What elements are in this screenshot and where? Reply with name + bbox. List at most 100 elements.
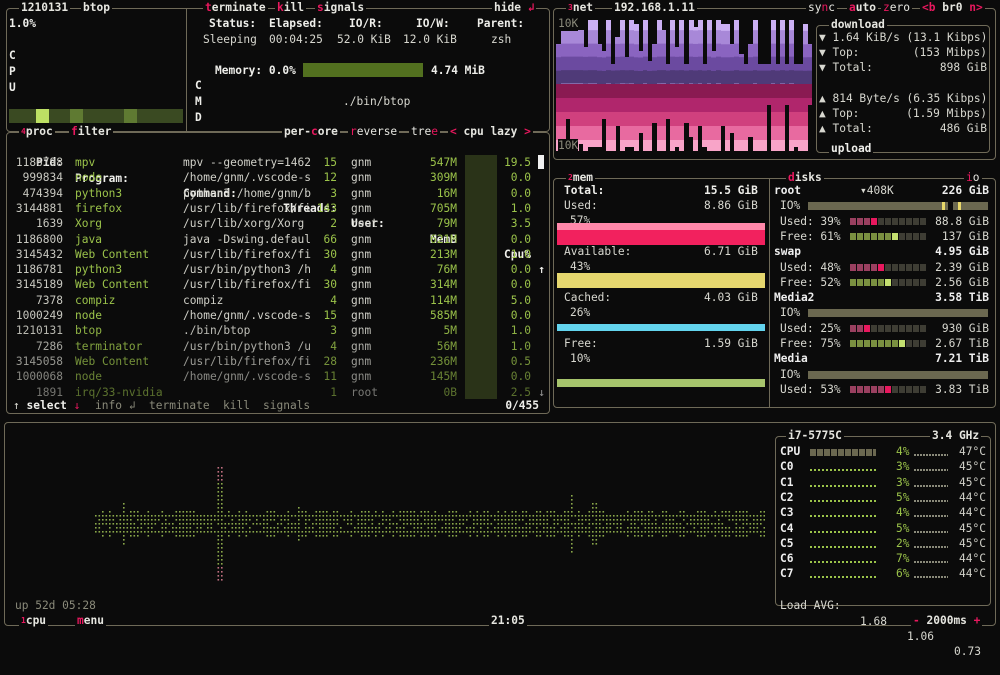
cpu-graph-dot <box>742 531 745 533</box>
cpu-graph-dot <box>630 531 633 533</box>
proc-threads: 11 <box>323 370 337 384</box>
proc-row[interactable]: 1186798 mpv mpv --geometry=1462 15 gnm 547M 19… <box>13 155 541 170</box>
cpu-graph-dot <box>452 511 454 513</box>
cpu-graph-dot <box>333 531 335 533</box>
cpu-graph-dot <box>312 523 314 525</box>
proc-row[interactable]: 3144881 firefox/usr/lib/firefox/fi 143 gnm 7… <box>13 201 541 216</box>
cpu-graph-dot <box>102 531 104 533</box>
kill-button[interactable]: kill <box>275 1 306 15</box>
cpu-graph-dot <box>574 531 577 533</box>
cpu-graph-dot <box>228 535 230 537</box>
cpu-graph-dot <box>553 519 556 521</box>
cpu-graph-dot <box>161 515 164 517</box>
cpu-graph-dot <box>165 519 167 521</box>
per-core-toggle[interactable]: per-core <box>282 125 340 139</box>
cpu-graph-dot <box>476 523 479 525</box>
interval-control[interactable]: - 2000ms + <box>911 614 983 628</box>
cpu-graph-dot <box>550 535 552 537</box>
proc-row[interactable]: 1186800 java java -Dswing.defaul 66 gnm 621M 0… <box>13 232 541 247</box>
signals-button[interactable]: signals <box>315 1 367 15</box>
cpu-graph-dot <box>721 511 724 513</box>
temp-bar <box>914 469 948 472</box>
cpu-title[interactable]: 1cpu <box>19 614 49 628</box>
zero-toggle[interactable]: zero <box>881 1 912 15</box>
cpu-graph-dot <box>522 519 524 521</box>
cpu-graph-dot <box>655 523 657 525</box>
cpu-graph-dot <box>627 527 629 529</box>
proc-title[interactable]: 4proc <box>19 125 55 139</box>
elapsed-header: Elapsed: <box>269 17 323 30</box>
cpu-graph-dot <box>763 535 765 537</box>
cpu-graph-dot <box>420 527 423 529</box>
footer-signals-button[interactable]: signals <box>263 399 310 413</box>
cpu-graph-dot <box>627 511 629 513</box>
cpu-graph-dot <box>333 527 335 529</box>
cpu-graph-dot <box>319 523 321 525</box>
cpu-graph-dot <box>361 515 363 517</box>
hide-button[interactable]: hide ↲ <box>492 1 537 15</box>
auto-toggle[interactable]: auto <box>847 1 878 15</box>
menu-button[interactable]: menu <box>75 614 106 628</box>
cpu-graph-dot <box>697 523 699 525</box>
cpu-graph-dot <box>756 523 759 525</box>
io-toggle[interactable]: io <box>964 171 982 185</box>
cpu-graph-dot <box>592 543 594 545</box>
proc-row[interactable]: 1000249 node/home/gnm/.vscode-s 15 gnm 585M 0… <box>13 308 541 323</box>
proc-row[interactable]: 7286 terminator/usr/bin/python3 /u 4 gnm 56M… <box>13 339 541 354</box>
footer-terminate-button[interactable]: terminate <box>149 399 210 413</box>
proc-row[interactable]: 474394 python3 python3 /home/gnm/b 3 gnm 16M 0… <box>13 186 541 201</box>
cpu-graph-dot <box>336 531 339 533</box>
proc-program: Xorg <box>75 217 102 231</box>
terminate-button[interactable]: terminate <box>203 1 268 15</box>
proc-row[interactable]: 3145058 Web Content/usr/lib/firefox/fi 28 g… <box>13 354 541 369</box>
proc-threads: 15 <box>323 156 337 169</box>
cpu-graph-dot <box>760 519 762 521</box>
proc-row[interactable]: 1000068 node/home/gnm/.vscode-s 11 gnm 145M 0… <box>13 369 541 384</box>
cpu-graph-dot <box>217 499 220 501</box>
sort-selector[interactable]: < cpu lazy > <box>448 125 533 139</box>
proc-mem: 236M <box>430 354 457 368</box>
footer-kill-button[interactable]: kill <box>223 399 250 413</box>
cpu-graph-dot <box>315 511 318 513</box>
proc-threads: 2 <box>330 217 337 231</box>
proc-cpu: 1.0 <box>510 339 531 353</box>
cpu-graph-dot <box>305 535 307 537</box>
cpu-graph-dot <box>466 531 468 533</box>
cpu-graph-dot <box>588 511 591 513</box>
cpu-graph-dot <box>676 527 678 529</box>
cpu-graph-dot <box>669 523 671 525</box>
proc-row[interactable]: 1639 Xorg/usr/lib/xorg/Xorg 2 root 79M 3.5 <box>13 216 541 231</box>
proc-row[interactable]: 3145189 Web Content/usr/lib/firefox/fi 30 g… <box>13 277 541 292</box>
select-button[interactable]: select <box>27 399 67 412</box>
reverse-toggle[interactable]: reverse <box>348 125 400 139</box>
cpu-cores-box: i7-5775C 3.4 GHz CPU 4% 47°C C0 3% 45°C C1 3% 45… <box>775 429 991 658</box>
cpu-graph-dot <box>452 535 454 537</box>
disks-title[interactable]: disks <box>786 171 824 185</box>
cpu-graph-dot <box>641 515 643 517</box>
cpu-graph-dot <box>280 519 283 521</box>
scroll-down-icon[interactable]: ↓ <box>538 385 545 400</box>
proc-pid: 1210131 <box>15 324 63 338</box>
cpu-graph-dot <box>130 531 132 533</box>
proc-row[interactable]: 7378 compiz compiz 4 gnm 114M 5.0 <box>13 293 541 308</box>
cpu-graph-dot <box>574 523 577 525</box>
net-title[interactable]: 3net <box>566 1 596 15</box>
tree-toggle[interactable]: tree <box>409 125 440 139</box>
cpu-graph-dot <box>249 519 251 521</box>
mem-title[interactable]: 2mem <box>566 171 596 185</box>
interface-selector[interactable]: <b br0 n> <box>920 1 985 15</box>
proc-row[interactable]: 3145432 Web Content/usr/lib/firefox/fi 30 g… <box>13 247 541 262</box>
proc-row[interactable]: 999834 node/home/gnm/.vscode-s 12 gnm 309M 0.… <box>13 170 541 185</box>
proc-row[interactable]: 1210131 btop ./bin/btop 3 gnm 5M 1.0 <box>13 323 541 338</box>
cpu-graph-dot <box>648 515 650 517</box>
cpu-core-row: CPU 4% 47°C <box>780 444 986 459</box>
cpu-graph-dot <box>147 511 150 513</box>
cpu-graph-dot <box>403 523 405 525</box>
proc-row[interactable]: 1891 irq/33-nvidia 1 root 0B 2.5 ↓ <box>13 385 545 400</box>
info-button[interactable]: info ↲ <box>95 399 135 413</box>
cpu-graph-dot <box>641 535 643 537</box>
filter-button[interactable]: filter <box>69 125 114 139</box>
sync-toggle[interactable]: sync <box>806 1 837 15</box>
proc-row[interactable]: 1186781 python3/usr/bin/python3 /h 4 gnm 76M… <box>13 262 541 277</box>
cpu-graph-dot <box>497 511 500 513</box>
